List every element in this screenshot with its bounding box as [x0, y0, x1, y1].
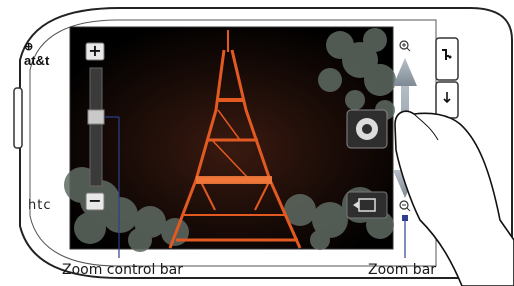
camera-shutter-icon: [356, 118, 378, 140]
globe-icon: ⊕: [24, 41, 34, 53]
zoom-out-label: −: [88, 191, 102, 210]
volume-button: [13, 87, 23, 149]
zoom-control-bar-callout: Zoom control bar: [62, 262, 184, 278]
zoom-control-track[interactable]: [89, 67, 103, 187]
zoom-bar-callout-marker: [402, 215, 408, 221]
zoom-in-label: +: [88, 41, 102, 60]
att-brand-text: at&t: [24, 53, 50, 68]
tower-observation-deck: [196, 176, 272, 184]
att-logo: ⊕ at&t: [24, 38, 62, 68]
zoom-control-thumb[interactable]: [87, 109, 105, 125]
device-illustration: [13, 7, 514, 286]
zoom-bar-callout: Zoom bar: [368, 262, 437, 278]
htc-logo: htc: [28, 198, 52, 213]
